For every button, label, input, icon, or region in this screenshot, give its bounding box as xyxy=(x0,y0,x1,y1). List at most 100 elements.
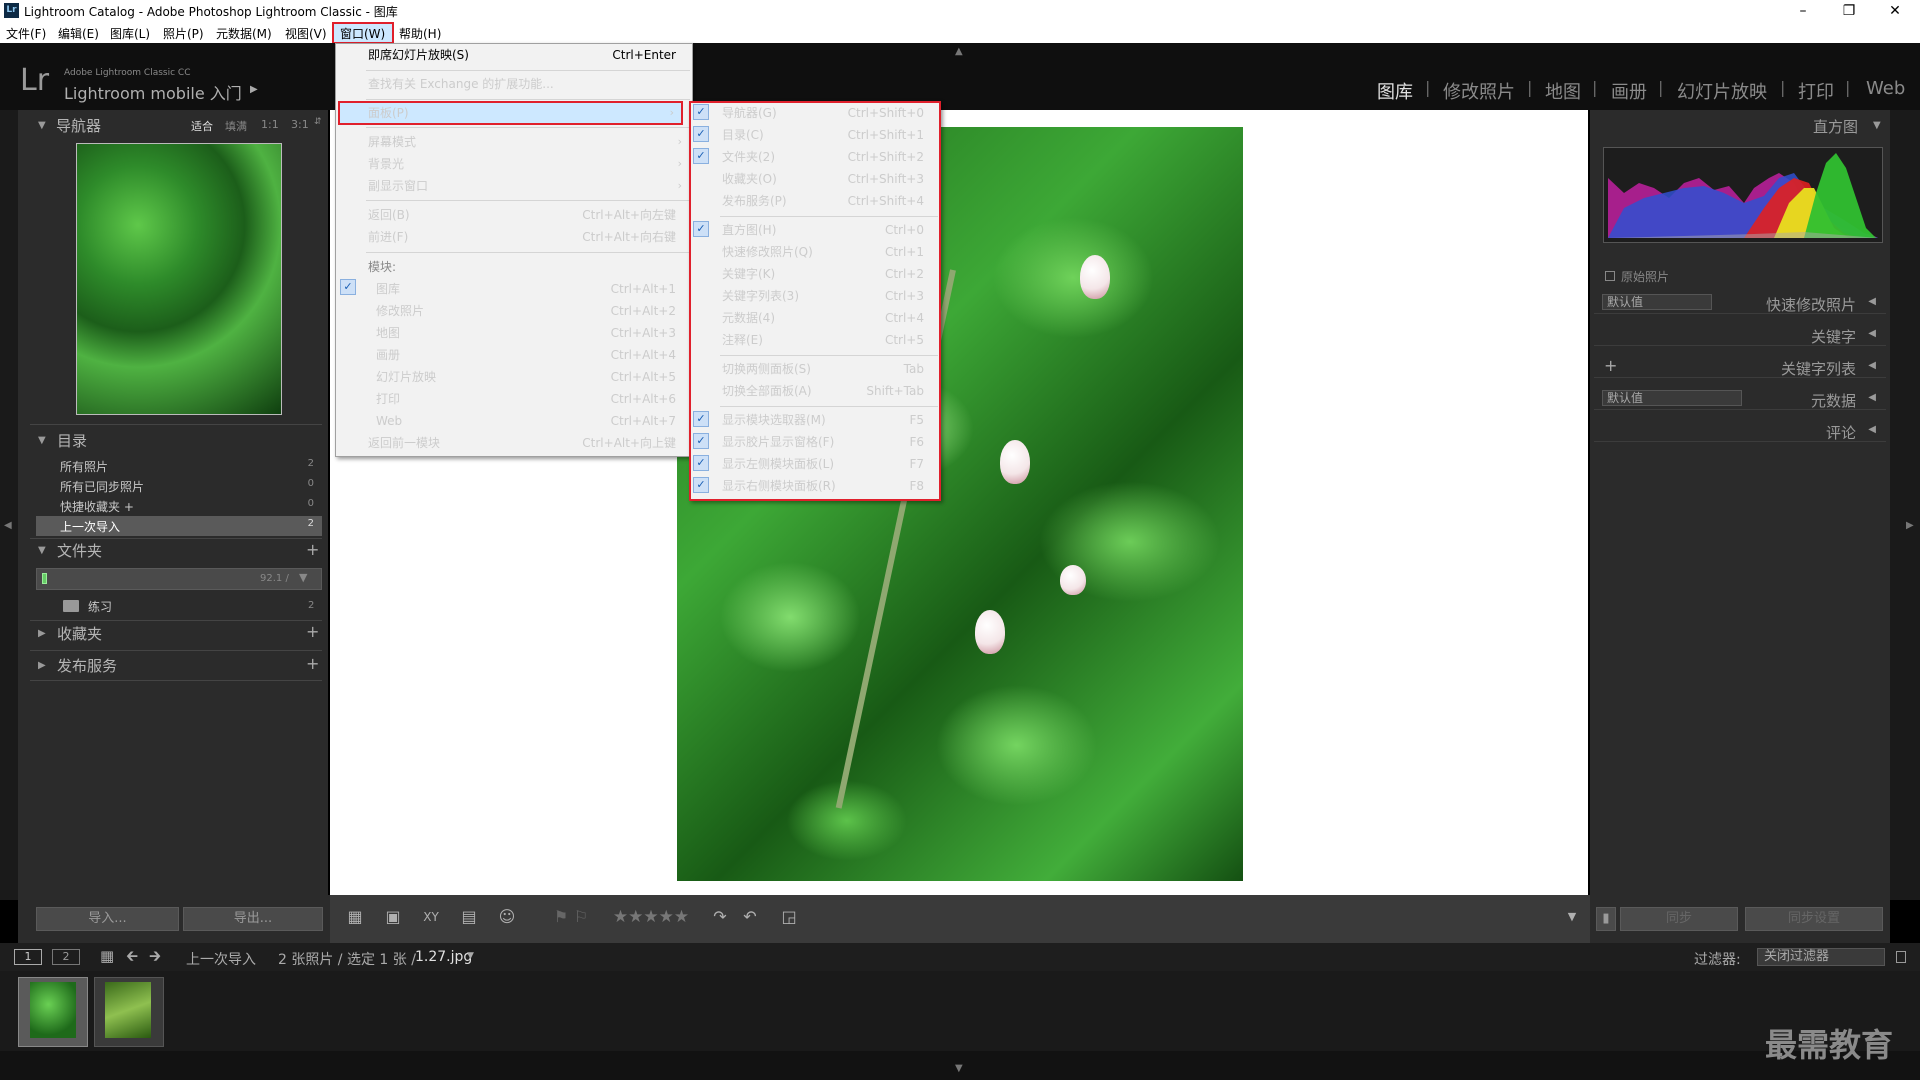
quick-develop-row[interactable]: 默认值 快速修改照片 ◀ xyxy=(1594,290,1886,314)
flag-icon[interactable]: ⚑ xyxy=(552,906,570,928)
comments-row[interactable]: 评论 ◀ xyxy=(1594,418,1886,442)
submenu-catalog[interactable]: 目录(C) Ctrl+Shift+1 xyxy=(690,126,940,144)
menu-item-panels[interactable]: 面板(P) › xyxy=(336,104,684,122)
toolbar-options-icon[interactable]: ▼ xyxy=(1562,906,1582,928)
menu-item-print[interactable]: 打印 Ctrl+Alt+6 xyxy=(344,390,692,408)
zoom-3-1[interactable]: 3:1 xyxy=(291,118,309,131)
collections-expand-icon[interactable]: ▶ xyxy=(38,628,46,639)
filename-dropdown-icon[interactable]: ▼ xyxy=(467,951,474,961)
submenu-show-filmstrip[interactable]: 显示胶片显示窗格(F) F6 xyxy=(690,433,940,451)
import-button[interactable]: 导入... xyxy=(36,907,179,931)
module-library[interactable]: 图库 xyxy=(1377,78,1413,104)
publish-expand-icon[interactable]: ▶ xyxy=(38,660,46,671)
catalog-item-all[interactable]: 所有照片 2 xyxy=(36,456,322,476)
module-book[interactable]: 画册 xyxy=(1611,78,1647,104)
primary-window-button[interactable]: 1 xyxy=(14,949,42,965)
saved-preset-select[interactable]: 默认值 xyxy=(1602,294,1712,310)
catalog-item-previous-import[interactable]: 上一次导入 2 xyxy=(36,516,322,536)
menu-item-screen-mode[interactable]: 屏幕模式 › xyxy=(336,133,692,151)
zoom-fit[interactable]: 适合 xyxy=(191,118,213,134)
keyword-list-row[interactable]: + 关键字列表 ◀ xyxy=(1594,354,1886,378)
people-view-icon[interactable]: ☺ xyxy=(492,906,522,928)
compare-view-icon[interactable]: XY xyxy=(416,906,446,928)
star-rating-icon[interactable]: ★★★★★ xyxy=(606,906,696,928)
brand-mobile-link[interactable]: Lightroom mobile 入门 xyxy=(64,80,242,104)
sync-toggle-icon[interactable]: ▮ xyxy=(1596,907,1616,931)
add-folder-icon[interactable]: + xyxy=(306,540,319,559)
sync-settings-button[interactable]: 同步设置 xyxy=(1745,907,1883,931)
menu-photo[interactable]: 照片(P) xyxy=(163,25,204,42)
folders-collapse-icon[interactable]: ▼ xyxy=(38,545,46,556)
filmstrip-source[interactable]: 上一次导入 xyxy=(186,949,256,969)
submenu-show-module-picker[interactable]: 显示模块选取器(M) F5 xyxy=(690,411,940,429)
collapse-top-icon[interactable]: ▲ xyxy=(955,46,963,57)
minimize-icon[interactable]: – xyxy=(1780,0,1826,22)
menu-view[interactable]: 视图(V) xyxy=(285,25,327,42)
submenu-collections[interactable]: 收藏夹(O) Ctrl+Shift+3 xyxy=(690,170,940,188)
submenu-toggle-side-panels[interactable]: 切换两侧面板(S) Tab xyxy=(690,360,940,378)
add-publish-icon[interactable]: + xyxy=(306,654,319,673)
navigator-thumbnail[interactable] xyxy=(76,143,282,415)
menu-edit[interactable]: 编辑(E) xyxy=(58,25,99,42)
loupe-view-icon[interactable]: ▣ xyxy=(378,906,408,928)
submenu-publish[interactable]: 发布服务(P) Ctrl+Shift+4 xyxy=(690,192,940,210)
menu-item-impromptu-slideshow[interactable]: 即席幻灯片放映(S) Ctrl+Enter xyxy=(336,46,692,64)
submenu-comments[interactable]: 注释(E) Ctrl+5 xyxy=(690,331,940,349)
module-develop[interactable]: 修改照片 xyxy=(1443,78,1515,104)
submenu-folders[interactable]: 文件夹(2) Ctrl+Shift+2 xyxy=(690,148,940,166)
menu-item-map[interactable]: 地图 Ctrl+Alt+3 xyxy=(344,324,692,342)
submenu-histogram[interactable]: 直方图(H) Ctrl+0 xyxy=(690,221,940,239)
menu-item-exchange[interactable]: 查找有关 Exchange 的扩展功能... xyxy=(336,75,692,93)
menu-file[interactable]: 文件(F) xyxy=(6,25,46,42)
grid-icon[interactable]: ▦ xyxy=(100,947,114,965)
filter-select[interactable]: 关闭过滤器 xyxy=(1757,948,1885,966)
menu-item-lights[interactable]: 背景光 › xyxy=(336,155,692,173)
module-slideshow[interactable]: 幻灯片放映 xyxy=(1677,78,1767,104)
menu-help[interactable]: 帮助(H) xyxy=(399,25,441,42)
folder-name[interactable]: 练习 xyxy=(88,598,112,615)
add-collection-icon[interactable]: + xyxy=(306,622,319,641)
submenu-keyword-list[interactable]: 关键字列表(3) Ctrl+3 xyxy=(690,287,940,305)
menu-window[interactable]: 窗口(W) xyxy=(340,25,385,42)
catalog-collapse-icon[interactable]: ▼ xyxy=(38,435,46,446)
metadata-row[interactable]: 默认值 元数据 ◀ xyxy=(1594,386,1886,410)
menu-item-web[interactable]: Web Ctrl+Alt+7 xyxy=(344,412,692,430)
menu-item-previous-module[interactable]: 返回前一模块 Ctrl+Alt+向上键 xyxy=(336,434,692,452)
zoom-stepper-icon[interactable]: ⇵ xyxy=(314,117,322,127)
menu-item-slideshow[interactable]: 幻灯片放映 Ctrl+Alt+5 xyxy=(344,368,692,386)
menu-item-forward[interactable]: 前进(F) Ctrl+Alt+向右键 xyxy=(336,228,692,246)
forward-arrow-icon[interactable]: 🡲 xyxy=(149,946,161,971)
catalog-item-synced[interactable]: 所有已同步照片 0 xyxy=(36,476,322,496)
zoom-fill[interactable]: 填满 xyxy=(225,118,247,134)
catalog-item-quick[interactable]: 快捷收藏夹 +0 xyxy=(36,496,322,516)
crop-overlay-icon[interactable]: ◲ xyxy=(776,906,802,928)
left-collapse-icon[interactable]: ◀ xyxy=(4,520,12,531)
submenu-navigator[interactable]: 导航器(G) Ctrl+Shift+0 xyxy=(690,104,940,122)
collapse-bottom-icon[interactable]: ▼ xyxy=(955,1063,963,1074)
back-arrow-icon[interactable]: 🡰 xyxy=(126,946,138,971)
module-print[interactable]: 打印 xyxy=(1798,78,1834,104)
menu-item-book[interactable]: 画册 Ctrl+Alt+4 xyxy=(344,346,692,364)
metadata-preset-select[interactable]: 默认值 xyxy=(1602,390,1742,406)
navigator-collapse-icon[interactable]: ▼ xyxy=(38,120,46,131)
menu-library[interactable]: 图库(L) xyxy=(110,25,150,42)
filmstrip-filename[interactable]: 1.27.jpg xyxy=(415,949,472,965)
keywording-row[interactable]: 关键字 ◀ xyxy=(1594,322,1886,346)
submenu-metadata[interactable]: 元数据(4) Ctrl+4 xyxy=(690,309,940,327)
rotate-left-icon[interactable]: ↷ xyxy=(708,906,732,928)
menu-item-library[interactable]: 图库 Ctrl+Alt+1 xyxy=(344,280,692,298)
reject-flag-icon[interactable]: ⚐ xyxy=(572,906,590,928)
survey-view-icon[interactable]: ▤ xyxy=(454,906,484,928)
submenu-show-right-panel[interactable]: 显示右侧模块面板(R) F8 xyxy=(690,477,940,495)
sync-button[interactable]: 同步 xyxy=(1620,907,1738,931)
menu-metadata[interactable]: 元数据(M) xyxy=(216,25,272,42)
filter-lock-icon[interactable] xyxy=(1896,951,1906,963)
submenu-keywording[interactable]: 关键字(K) Ctrl+2 xyxy=(690,265,940,283)
original-photo-checkbox[interactable] xyxy=(1605,271,1615,281)
zoom-1-1[interactable]: 1:1 xyxy=(261,118,279,131)
restore-icon[interactable]: ❐ xyxy=(1826,0,1872,22)
submenu-show-left-panel[interactable]: 显示左侧模块面板(L) F7 xyxy=(690,455,940,473)
export-button[interactable]: 导出... xyxy=(183,907,323,931)
close-icon[interactable]: ✕ xyxy=(1872,0,1918,22)
rotate-right-icon[interactable]: ↶ xyxy=(738,906,762,928)
